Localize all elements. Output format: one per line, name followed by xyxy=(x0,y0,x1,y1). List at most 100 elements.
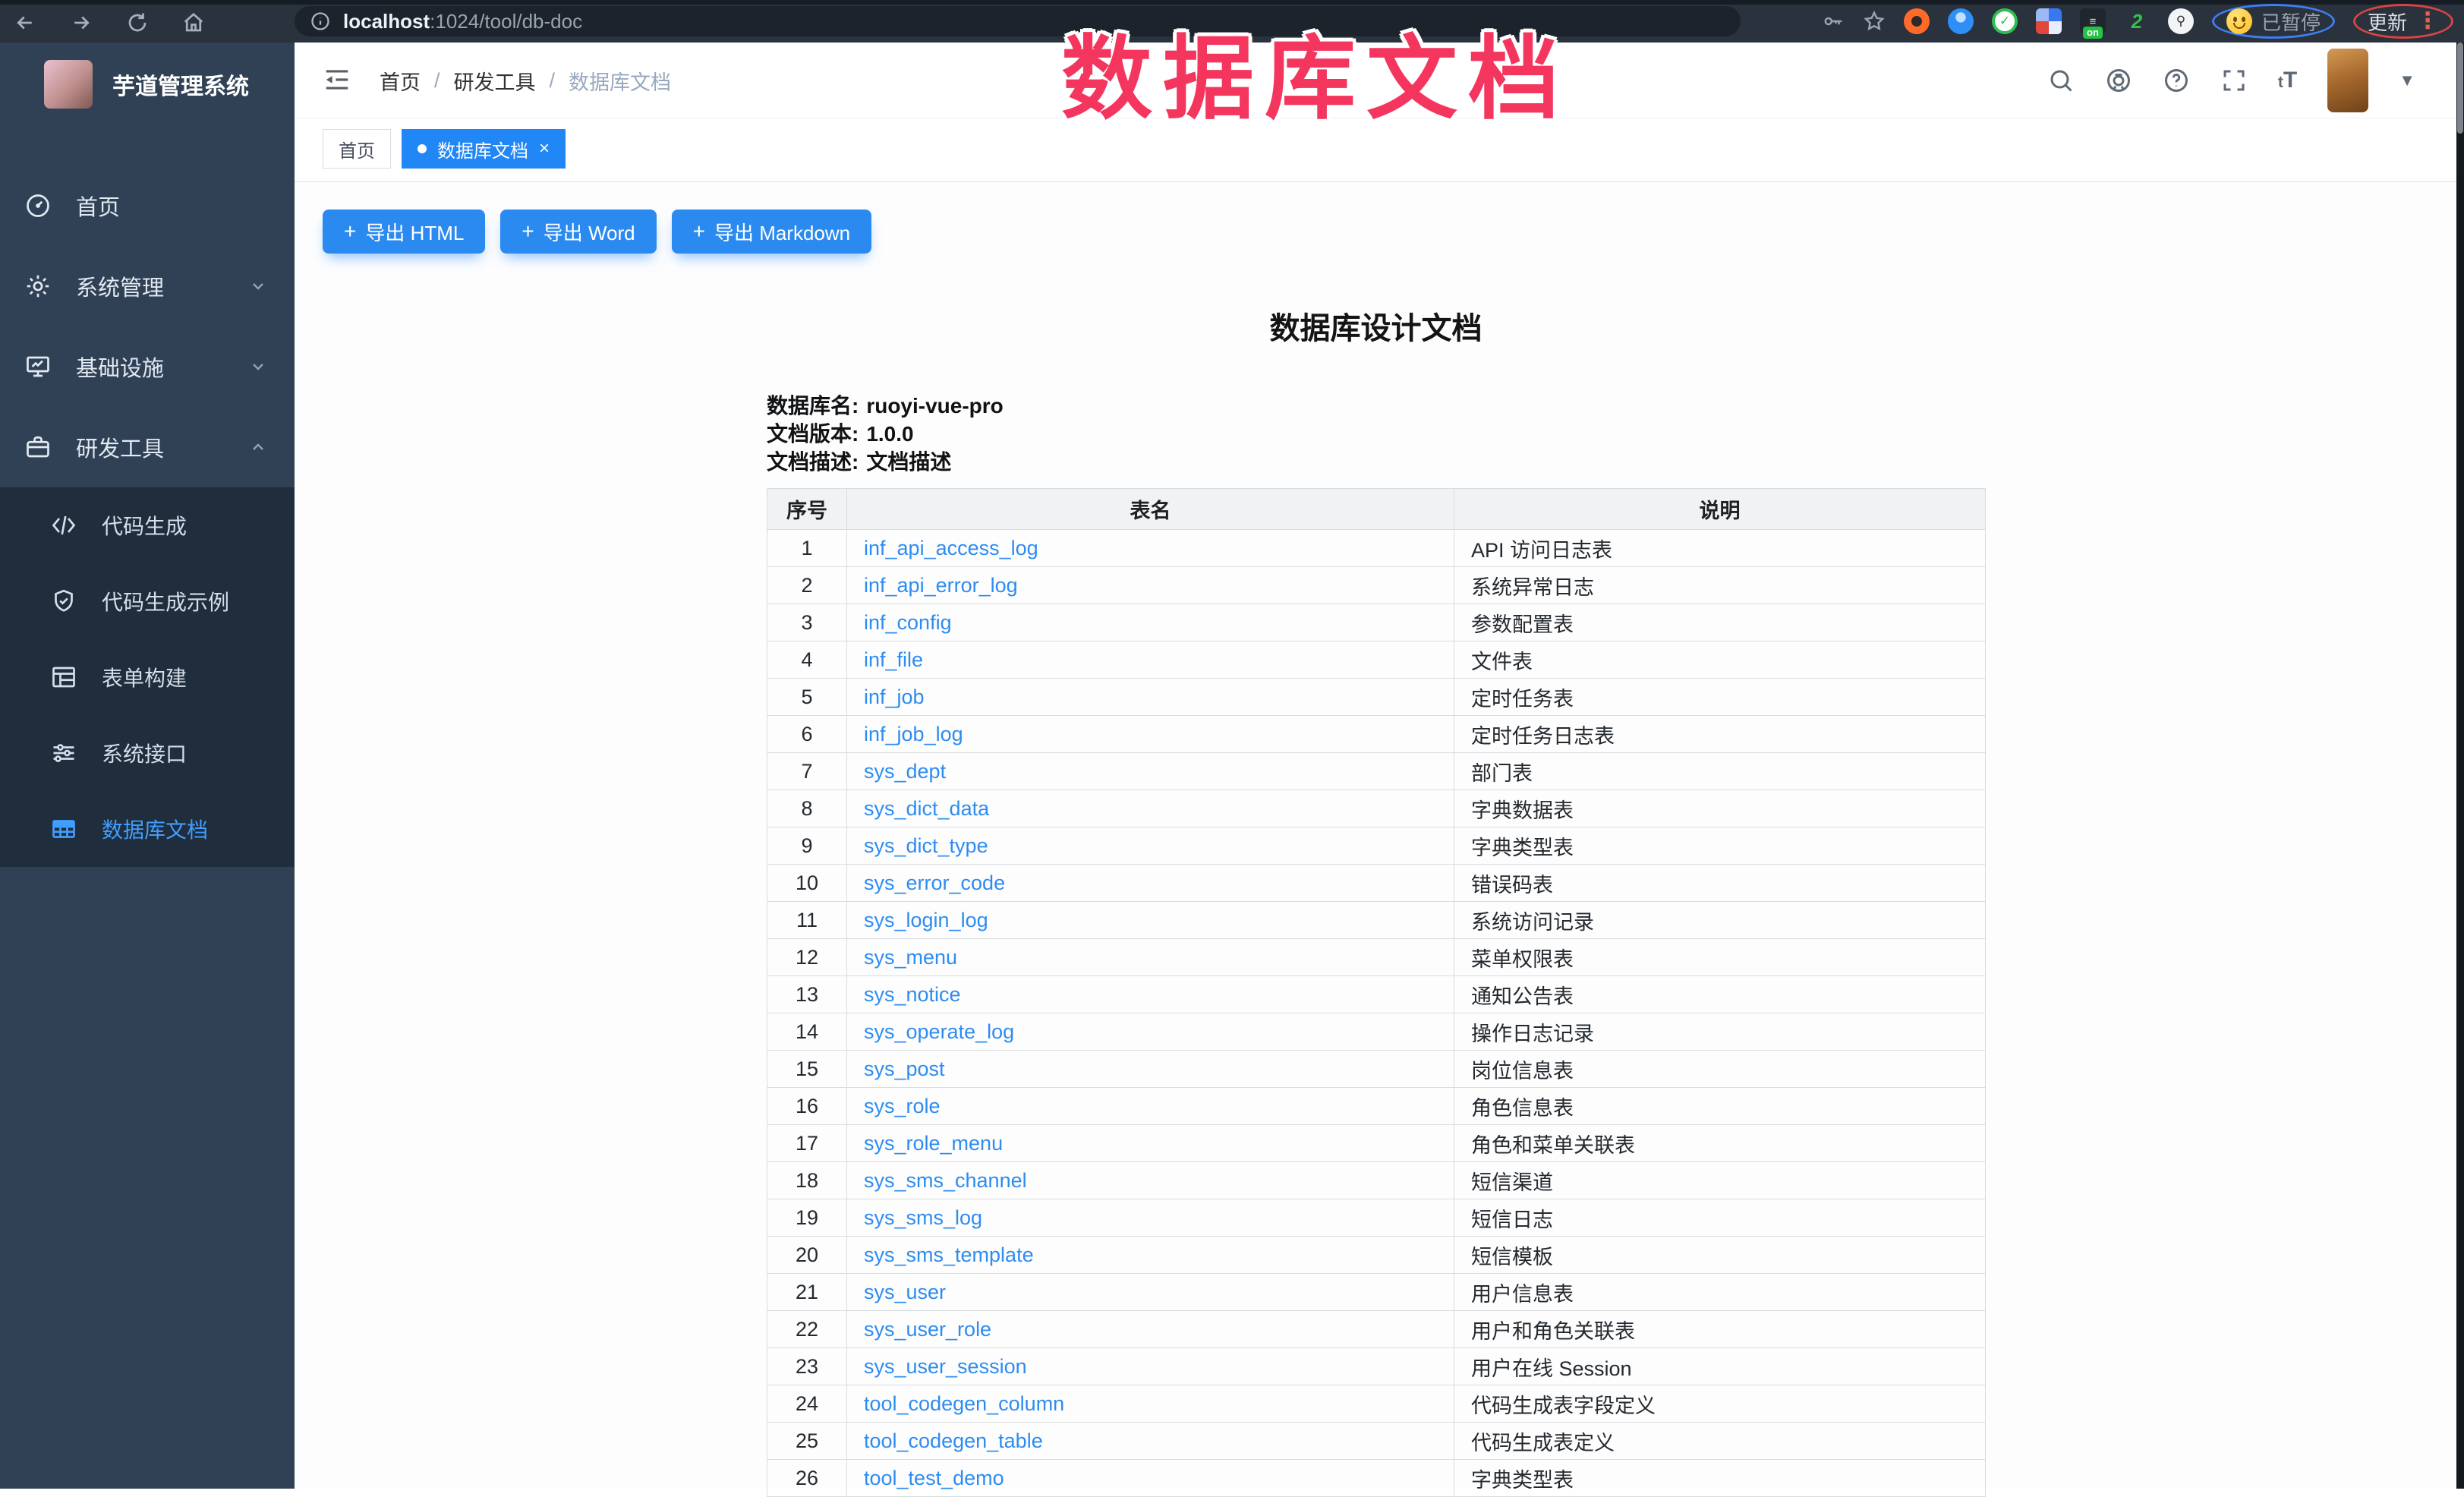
table-name-link[interactable]: inf_api_access_log xyxy=(864,537,1038,559)
sidebar-item-codegen-demo[interactable]: 代码生成示例 xyxy=(0,563,295,639)
row-index: 17 xyxy=(767,1125,847,1162)
sidebar-item-system[interactable]: 系统管理 xyxy=(0,246,295,326)
row-table-name-cell: sys_error_code xyxy=(847,865,1454,902)
extension-leaf-icon[interactable]: 2 xyxy=(2124,8,2150,34)
sidebar-collapse-icon[interactable] xyxy=(323,65,353,96)
app-logo[interactable]: 芋道管理系统 xyxy=(0,43,295,126)
avatar-caret-icon[interactable]: ▼ xyxy=(2399,71,2415,90)
extension-switch-icon[interactable]: ≡on xyxy=(2080,8,2106,34)
table-name-link[interactable]: inf_config xyxy=(864,611,952,634)
breadcrumb-devtools[interactable]: 研发工具 xyxy=(454,66,536,96)
sidebar-item-home[interactable]: 首页 xyxy=(0,165,295,246)
site-info-icon[interactable] xyxy=(310,11,331,32)
table-name-link[interactable]: sys_user xyxy=(864,1281,946,1303)
table-name-link[interactable]: sys_dict_type xyxy=(864,834,988,857)
browser-forward-icon[interactable] xyxy=(70,11,93,34)
table-row: 16sys_role角色信息表 xyxy=(767,1088,1986,1125)
github-icon[interactable] xyxy=(2105,67,2132,94)
extensions-puzzle-icon[interactable]: ⚲ xyxy=(2168,8,2194,34)
password-key-icon[interactable] xyxy=(1822,10,1845,33)
user-avatar[interactable] xyxy=(2327,49,2368,112)
search-icon[interactable] xyxy=(2047,67,2075,94)
sidebar-item-db-doc[interactable]: 数据库文档 xyxy=(0,791,295,867)
tables-overview-table: 序号 表名 说明 1inf_api_access_logAPI 访问日志表2in… xyxy=(767,488,1986,1497)
row-description: 代码生成表定义 xyxy=(1454,1423,1986,1460)
table-row: 7sys_dept部门表 xyxy=(767,753,1986,790)
table-name-link[interactable]: sys_operate_log xyxy=(864,1020,1014,1043)
table-name-link[interactable]: sys_user_session xyxy=(864,1355,1027,1378)
row-index: 10 xyxy=(767,865,847,902)
table-row: 12sys_menu菜单权限表 xyxy=(767,939,1986,976)
extension-proxy-icon[interactable] xyxy=(1904,8,1930,34)
sidebar-item-codegen[interactable]: 代码生成 xyxy=(0,487,295,563)
fullscreen-icon[interactable] xyxy=(2220,67,2248,94)
active-dot xyxy=(417,144,427,153)
table-name-link[interactable]: sys_dict_data xyxy=(864,797,989,820)
table-name-link[interactable]: sys_role_menu xyxy=(864,1132,1003,1155)
table-name-link[interactable]: sys_role xyxy=(864,1095,941,1117)
sidebar-item-form-builder[interactable]: 表单构建 xyxy=(0,639,295,715)
extension-grid-icon[interactable] xyxy=(2036,8,2062,34)
tab-db-doc[interactable]: 数据库文档 × xyxy=(402,129,566,169)
browser-reload-icon[interactable] xyxy=(126,11,149,34)
table-name-link[interactable]: sys_user_role xyxy=(864,1318,991,1341)
table-row: 26tool_test_demo字典类型表 xyxy=(767,1460,1986,1497)
export-markdown-button[interactable]: + 导出 Markdown xyxy=(672,210,872,254)
tab-home[interactable]: 首页 xyxy=(323,129,391,169)
row-table-name-cell: inf_api_access_log xyxy=(847,530,1454,567)
page-scrollbar[interactable] xyxy=(2456,43,2464,1489)
browser-menu-icon[interactable]: ⋮ xyxy=(2416,10,2439,33)
monitor-icon xyxy=(24,353,52,380)
sidebar-item-infra[interactable]: 基础设施 xyxy=(0,326,295,407)
row-description: 角色信息表 xyxy=(1454,1088,1986,1125)
table-name-link[interactable]: sys_sms_channel xyxy=(864,1169,1027,1192)
sidebar-item-api[interactable]: 系统接口 xyxy=(0,715,295,791)
browser-back-icon[interactable] xyxy=(14,11,36,34)
browser-home-icon[interactable] xyxy=(182,11,205,34)
bookmark-star-icon[interactable] xyxy=(1863,10,1886,33)
table-name-link[interactable]: inf_api_error_log xyxy=(864,574,1018,597)
extension-check-icon[interactable]: ✓ xyxy=(1992,8,2018,34)
table-row: 2inf_api_error_log系统异常日志 xyxy=(767,567,1986,604)
row-description: 短信渠道 xyxy=(1454,1162,1986,1199)
table-name-link[interactable]: sys_sms_template xyxy=(864,1243,1034,1266)
font-size-icon[interactable]: tT xyxy=(2278,68,2297,93)
sidebar-item-label: 表单构建 xyxy=(102,662,187,692)
extension-pin-icon[interactable] xyxy=(1948,8,1974,34)
table-name-link[interactable]: inf_job_log xyxy=(864,723,963,745)
scrollbar-thumb[interactable] xyxy=(2457,43,2463,134)
table-name-link[interactable]: inf_job xyxy=(864,685,925,708)
row-description: 短信日志 xyxy=(1454,1199,1986,1237)
table-name-link[interactable]: sys_menu xyxy=(864,946,957,969)
tab-close-icon[interactable]: × xyxy=(539,140,550,158)
table-name-link[interactable]: tool_codegen_column xyxy=(864,1392,1064,1415)
table-name-link[interactable]: sys_sms_log xyxy=(864,1206,982,1229)
export-word-button[interactable]: + 导出 Word xyxy=(500,210,656,254)
table-name-link[interactable]: sys_dept xyxy=(864,760,946,783)
table-name-link[interactable]: sys_login_log xyxy=(864,909,988,931)
col-header-index: 序号 xyxy=(767,489,847,530)
sidebar-item-devtools[interactable]: 研发工具 xyxy=(0,407,295,487)
help-icon[interactable] xyxy=(2163,67,2190,94)
row-index: 3 xyxy=(767,604,847,641)
table-name-link[interactable]: tool_codegen_table xyxy=(864,1429,1043,1452)
table-name-link[interactable]: inf_file xyxy=(864,648,923,671)
profile-paused-badge[interactable]: 已暂停 xyxy=(2212,4,2335,39)
devtools-submenu: 代码生成 代码生成示例 表单构建 系统接口 数据库文档 xyxy=(0,487,295,867)
button-label: 导出 Markdown xyxy=(714,218,850,246)
table-name-link[interactable]: tool_test_demo xyxy=(864,1467,1004,1489)
tab-label: 数据库文档 xyxy=(437,136,528,162)
document-title: 数据库设计文档 xyxy=(767,304,1985,348)
table-name-link[interactable]: sys_post xyxy=(864,1057,945,1080)
table-name-link[interactable]: sys_error_code xyxy=(864,871,1005,894)
row-description: 定时任务表 xyxy=(1454,679,1986,716)
row-table-name-cell: sys_role_menu xyxy=(847,1125,1454,1162)
row-table-name-cell: sys_user_role xyxy=(847,1311,1454,1348)
breadcrumb-home[interactable]: 首页 xyxy=(380,66,421,96)
chevron-down-icon xyxy=(249,358,267,376)
table-name-link[interactable]: sys_notice xyxy=(864,983,961,1006)
export-html-button[interactable]: + 导出 HTML xyxy=(323,210,485,254)
table-row: 20sys_sms_template短信模板 xyxy=(767,1237,1986,1274)
browser-update-button[interactable]: 更新 ⋮ xyxy=(2353,4,2453,39)
row-table-name-cell: sys_notice xyxy=(847,976,1454,1013)
